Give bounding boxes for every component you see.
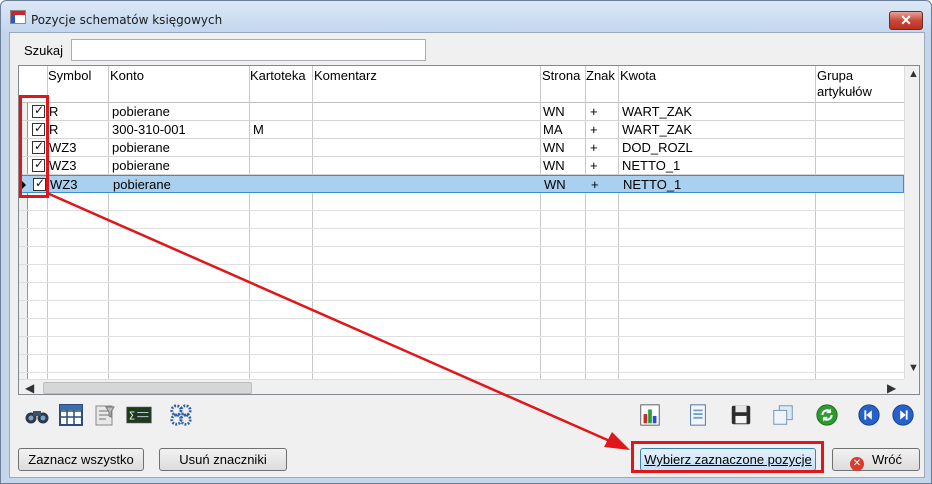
cell-znak: + <box>590 158 598 173</box>
scroll-left-icon[interactable]: ◀ <box>25 381 34 394</box>
cell-symbol: R <box>49 104 59 119</box>
cell-konto: pobierane <box>112 140 170 155</box>
empty-row <box>19 265 904 283</box>
copy-icon[interactable] <box>770 403 796 427</box>
cell-znak: + <box>590 122 598 137</box>
empty-row <box>19 193 904 211</box>
header-grupa-artykulow[interactable]: Grupa artykułów <box>817 68 872 100</box>
checkbox-highlight-box <box>19 95 49 198</box>
save-icon[interactable] <box>728 403 754 427</box>
button-highlight-box <box>631 441 824 473</box>
table-row-selected[interactable]: WZ3 pobierane WN + NETTO_1 <box>19 175 904 193</box>
cell-strona: WN <box>544 177 566 192</box>
horizontal-scroll-thumb[interactable] <box>43 382 252 394</box>
app-icon <box>10 10 26 24</box>
dialog-body: Szukaj Symbol Konto Kartoteka Komentarz … <box>9 32 925 478</box>
column-headers: Symbol Konto Kartoteka Komentarz Strona … <box>19 66 904 103</box>
cell-symbol: WZ3 <box>49 140 77 155</box>
empty-row <box>19 355 904 373</box>
title-bar[interactable]: Pozycje schematów księgowych ✕ <box>1 1 931 31</box>
header-symbol[interactable]: Symbol <box>48 68 91 84</box>
remove-marks-button[interactable]: Usuń znaczniki <box>159 448 287 471</box>
cell-kwota: WART_ZAK <box>622 122 693 137</box>
scrollbar-corner <box>904 379 919 394</box>
cell-strona: WN <box>543 158 565 173</box>
filter-sheet-icon[interactable] <box>92 403 118 427</box>
cell-konto: pobierane <box>113 177 171 192</box>
empty-row <box>19 229 904 247</box>
cell-symbol: WZ3 <box>49 158 77 173</box>
close-button[interactable]: ✕ <box>889 11 923 30</box>
table-row[interactable]: R pobierane WN + WART_ZAK <box>19 103 904 121</box>
table-row[interactable]: WZ3 pobierane WN + NETTO_1 <box>19 157 904 175</box>
cell-strona: WN <box>543 140 565 155</box>
next-icon[interactable] <box>890 403 916 427</box>
empty-row <box>19 283 904 301</box>
previous-icon[interactable] <box>856 403 882 427</box>
scroll-up-icon[interactable]: ▲ <box>908 68 919 80</box>
refresh-icon[interactable] <box>814 403 840 427</box>
scroll-right-icon[interactable]: ▶ <box>887 381 896 394</box>
vertical-scrollbar[interactable]: ▲ ▼ <box>904 66 919 379</box>
empty-row <box>19 247 904 265</box>
cell-znak: + <box>590 104 598 119</box>
search-input[interactable] <box>71 39 426 61</box>
header-kartoteka[interactable]: Kartoteka <box>250 68 306 84</box>
cell-symbol: R <box>49 122 59 137</box>
cell-symbol: WZ3 <box>50 177 78 192</box>
empty-row <box>19 319 904 337</box>
document-icon[interactable] <box>685 403 711 427</box>
cell-znak: + <box>591 177 599 192</box>
empty-row <box>19 301 904 319</box>
back-label: Wróć <box>871 452 903 467</box>
cell-kwota: NETTO_1 <box>623 177 682 192</box>
table-row[interactable]: WZ3 pobierane WN + DOD_ROZL <box>19 139 904 157</box>
cell-kwota: WART_ZAK <box>622 104 693 119</box>
header-strona[interactable]: Strona <box>542 68 580 84</box>
formula-icon[interactable]: Σ <box>126 403 152 427</box>
cell-kartoteka: M <box>253 122 264 137</box>
cell-konto: pobierane <box>112 158 170 173</box>
table-row[interactable]: R 300-310-001 M MA + WART_ZAK <box>19 121 904 139</box>
header-kwota[interactable]: Kwota <box>620 68 656 84</box>
back-icon: ✕ <box>849 457 864 471</box>
header-konto[interactable]: Konto <box>110 68 144 84</box>
window-title: Pozycje schematów księgowych <box>31 13 223 27</box>
cell-strona: MA <box>543 122 563 137</box>
cell-kwota: DOD_ROZL <box>622 140 693 155</box>
back-button[interactable]: ✕ Wróć <box>832 448 920 471</box>
header-znak[interactable]: Znak <box>586 68 615 84</box>
header-komentarz[interactable]: Komentarz <box>314 68 377 84</box>
cell-znak: + <box>590 140 598 155</box>
cell-konto: 300-310-001 <box>112 122 186 137</box>
cell-konto: pobierane <box>112 104 170 119</box>
binoculars-icon[interactable] <box>24 403 50 427</box>
select-all-button[interactable]: Zaznacz wszystko <box>18 448 144 471</box>
positions-grid[interactable]: Symbol Konto Kartoteka Komentarz Strona … <box>18 65 920 395</box>
empty-row <box>19 337 904 355</box>
svg-text:Σ: Σ <box>129 410 136 422</box>
bar-chart-icon[interactable] <box>637 403 663 427</box>
cell-strona: WN <box>543 104 565 119</box>
search-label: Szukaj <box>24 43 64 58</box>
cell-kwota: NETTO_1 <box>622 158 681 173</box>
gears-icon[interactable] <box>168 403 194 427</box>
horizontal-scrollbar[interactable]: ◀ ▶ <box>19 379 904 394</box>
empty-row <box>19 211 904 229</box>
dialog-window: Pozycje schematów księgowych ✕ Szukaj Sy… <box>0 0 932 484</box>
calculator-grid-icon[interactable] <box>58 403 84 427</box>
scroll-down-icon[interactable]: ▼ <box>908 362 919 374</box>
